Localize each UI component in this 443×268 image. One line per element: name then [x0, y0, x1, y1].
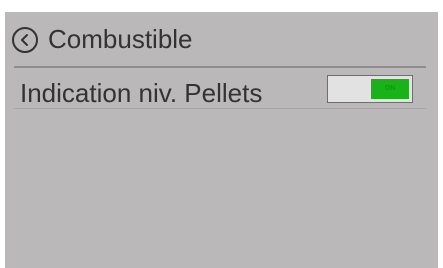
chevron-left-circle-icon [21, 34, 28, 46]
back-button[interactable] [12, 27, 38, 53]
toggle-on-indicator: ON [371, 79, 409, 99]
setting-label: Indication niv. Pellets [20, 78, 263, 108]
settings-screen: Combustible Indication niv. Pellets ON [5, 12, 438, 268]
header: Combustible [5, 12, 438, 66]
page-title: Combustible [48, 24, 193, 54]
row-divider [14, 108, 426, 109]
pellet-level-indication-toggle[interactable]: ON [327, 75, 413, 103]
toggle-state-text: ON [384, 85, 396, 92]
